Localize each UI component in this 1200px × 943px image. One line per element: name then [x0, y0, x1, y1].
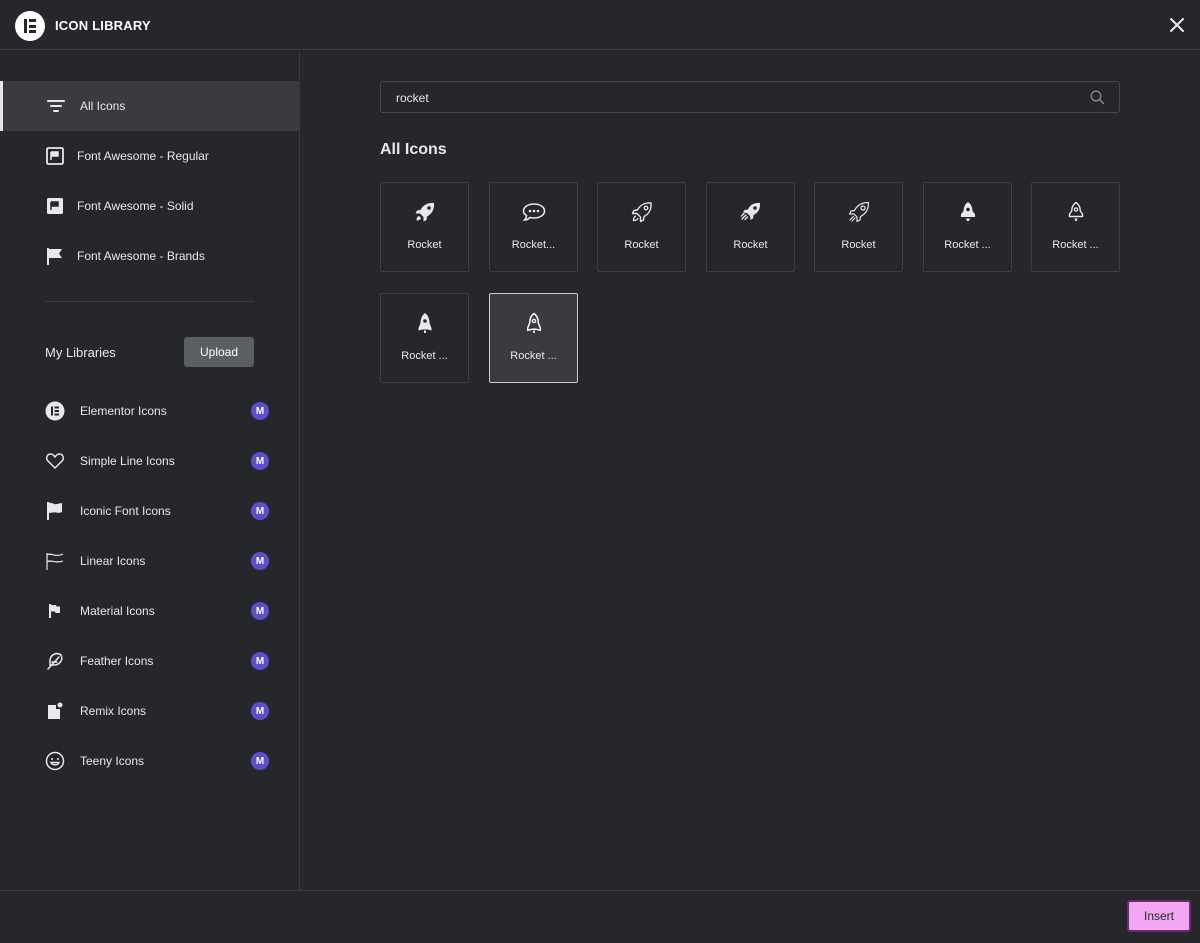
flag-brands-icon — [45, 246, 65, 266]
icon-tile-label: Rocket ... — [944, 239, 991, 251]
library-item-label: Linear Icons — [80, 554, 146, 568]
search-input[interactable] — [381, 82, 1098, 114]
icon-tile-label: Rocket ... — [510, 350, 557, 362]
wave-flag-icon — [45, 551, 65, 571]
library-item-material[interactable]: Material Icons M — [0, 591, 299, 631]
elementor-logo — [15, 11, 45, 41]
icon-tile[interactable]: Rocket — [380, 182, 469, 272]
library-item-remix[interactable]: Remix Icons M — [0, 691, 299, 731]
library-badge: M — [251, 402, 269, 420]
sidebar: All Icons Font Awesome - Regular Font Aw… — [0, 51, 300, 890]
icon-tile[interactable]: Rocket — [597, 182, 686, 272]
library-item-label: Remix Icons — [80, 704, 147, 718]
library-item-linear[interactable]: Linear Icons M — [0, 541, 299, 581]
insert-button[interactable]: Insert — [1127, 900, 1191, 932]
sidebar-item-fa-solid[interactable]: Font Awesome - Solid — [0, 181, 299, 231]
search-box — [380, 81, 1120, 114]
sidebar-item-label: All Icons — [80, 99, 126, 113]
icon-tile-label: Rocket — [407, 239, 442, 251]
icon-tile[interactable]: Rocket — [814, 182, 903, 272]
rocket-launch-icon — [739, 200, 763, 224]
library-item-feather[interactable]: Feather Icons M — [0, 641, 299, 681]
icon-tile-label: Rocket... — [511, 239, 556, 251]
sidebar-item-label: Font Awesome - Regular — [77, 149, 209, 163]
sidebar-item-all-icons[interactable]: All Icons — [0, 81, 299, 131]
icon-tile-label: Rocket — [841, 239, 876, 251]
rocket-solid-icon — [413, 200, 437, 224]
search-icon[interactable] — [1090, 90, 1105, 105]
flag-small-icon — [45, 601, 65, 621]
library-badge: M — [251, 452, 269, 470]
icon-tile-label: Rocket ... — [1052, 239, 1099, 251]
rocket-upright-line-icon — [1064, 200, 1088, 224]
icon-tile[interactable]: Rocket ... — [380, 293, 469, 383]
icon-tile-selected[interactable]: Rocket ... — [489, 293, 578, 383]
icon-tile[interactable]: Rocket... — [489, 182, 578, 272]
rocketchat-icon — [522, 200, 546, 224]
library-item-label: Teeny Icons — [80, 754, 145, 768]
flag-icon — [45, 501, 65, 521]
library-badge: M — [251, 752, 269, 770]
library-item-label: Elementor Icons — [80, 404, 167, 418]
library-item-teeny[interactable]: Teeny Icons M — [0, 741, 299, 781]
upload-button[interactable]: Upload — [184, 337, 254, 367]
close-icon[interactable] — [1166, 14, 1188, 36]
icon-tile-label: Rocket ... — [401, 350, 448, 362]
remix-icon — [45, 701, 65, 721]
elementor-icon — [45, 401, 65, 421]
sidebar-item-fa-regular[interactable]: Font Awesome - Regular — [0, 131, 299, 181]
modal-footer — [0, 890, 1200, 943]
sidebar-item-fa-brands[interactable]: Font Awesome - Brands — [0, 231, 299, 281]
sidebar-divider — [45, 301, 254, 302]
icon-tile[interactable]: Rocket ... — [923, 182, 1012, 272]
library-item-label: Iconic Font Icons — [80, 504, 171, 518]
flag-regular-icon — [45, 146, 65, 166]
icon-tile-label: Rocket — [624, 239, 659, 251]
library-item-iconic-font[interactable]: Iconic Font Icons M — [0, 491, 299, 531]
library-item-simple-line[interactable]: Simple Line Icons M — [0, 441, 299, 481]
library-item-label: Material Icons — [80, 604, 155, 618]
icon-tile-label: Rocket — [733, 239, 768, 251]
library-badge: M — [251, 552, 269, 570]
icon-tile[interactable]: Rocket ... — [1031, 182, 1120, 272]
rocket-2-fill-icon — [413, 311, 437, 335]
library-badge: M — [251, 652, 269, 670]
library-item-label: Feather Icons — [80, 654, 154, 668]
library-badge: M — [251, 602, 269, 620]
section-title: All Icons — [380, 141, 447, 158]
rocket-2-line-icon — [522, 311, 546, 335]
modal-title: ICON LIBRARY — [55, 18, 151, 33]
library-badge: M — [251, 702, 269, 720]
rocket-fill-icon — [956, 200, 980, 224]
flag-solid-icon — [45, 196, 65, 216]
icon-tile[interactable]: Rocket — [706, 182, 795, 272]
library-badge: M — [251, 502, 269, 520]
feather-icon — [45, 651, 65, 671]
heart-outline-icon — [45, 451, 65, 471]
rocket-line-icon — [847, 200, 871, 224]
modal-header: ICON LIBRARY — [0, 0, 1200, 50]
rocket-outline-icon — [630, 200, 654, 224]
sidebar-item-label: Font Awesome - Solid — [77, 199, 194, 213]
library-item-elementor[interactable]: Elementor Icons M — [0, 391, 299, 431]
library-item-label: Simple Line Icons — [80, 454, 175, 468]
filter-lines-icon — [46, 96, 66, 116]
smile-icon — [45, 751, 65, 771]
my-libraries-heading: My Libraries — [45, 345, 116, 360]
sidebar-item-label: Font Awesome - Brands — [77, 249, 205, 263]
